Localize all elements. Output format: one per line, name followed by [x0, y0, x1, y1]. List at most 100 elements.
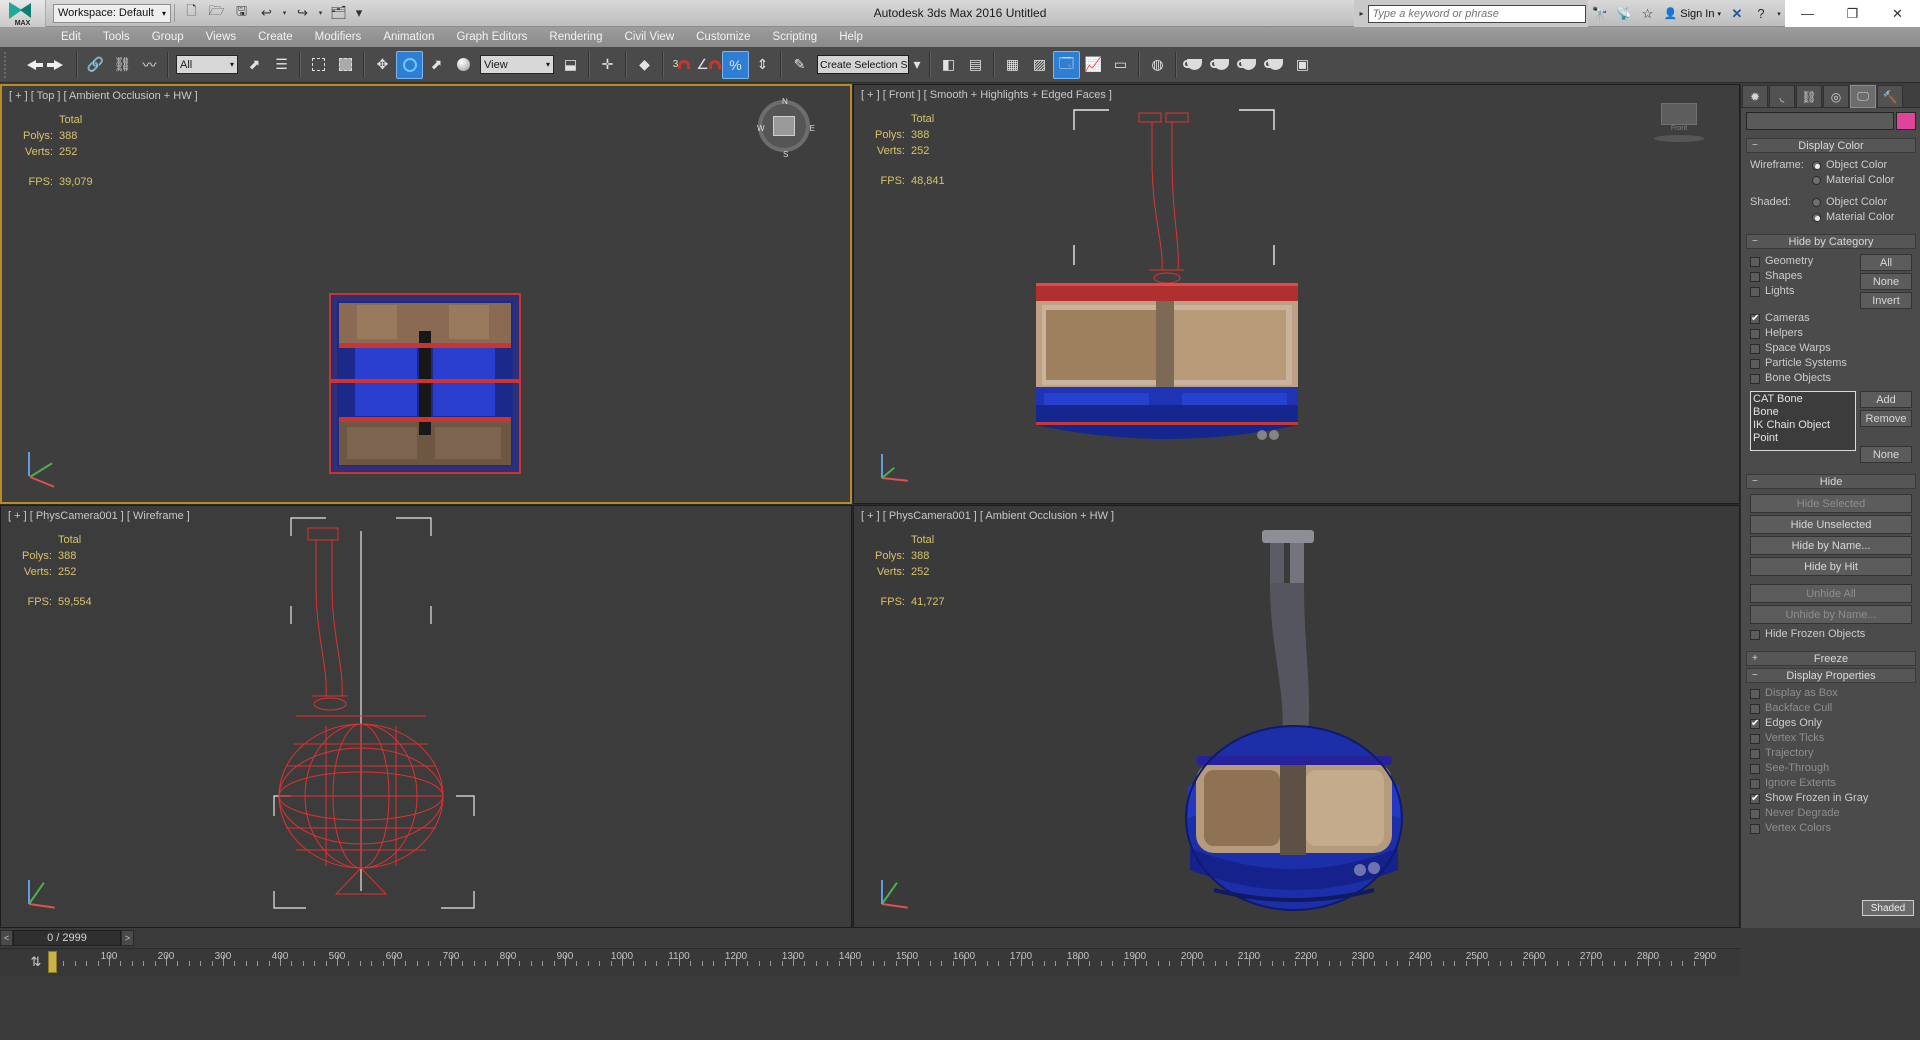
search-input[interactable]: [1367, 4, 1586, 23]
named-selection-dropdown-icon[interactable]: ▾: [909, 51, 925, 79]
view-cube-mini[interactable]: Front: [1649, 103, 1709, 148]
select-by-name-icon[interactable]: ☰: [268, 51, 295, 79]
shaded-material-color-row[interactable]: Material Color: [1750, 210, 1912, 225]
rendered-frame-window-icon[interactable]: [1208, 51, 1235, 79]
display-tab[interactable]: 🖵: [1850, 85, 1876, 108]
category-space-warps[interactable]: Space Warps: [1750, 341, 1912, 356]
angle-snap-toggle-icon[interactable]: ∠: [695, 51, 722, 79]
toggle-scene-explorer-icon[interactable]: 🗔: [1053, 50, 1080, 79]
checkbox[interactable]: [1750, 271, 1760, 282]
object-color-swatch[interactable]: [1896, 112, 1916, 130]
motion-tab[interactable]: ◎: [1823, 85, 1849, 108]
snaps-toggle-icon[interactable]: 3: [668, 51, 695, 79]
menu-item-civil-view[interactable]: Civil View: [613, 27, 685, 47]
help-dropdown-icon[interactable]: ▾: [1773, 0, 1785, 27]
select-and-rotate-icon[interactable]: [396, 50, 423, 79]
next-frame-button[interactable]: >: [121, 930, 134, 946]
menu-item-scripting[interactable]: Scripting: [761, 27, 828, 47]
customize-qat-icon[interactable]: ▾: [352, 3, 366, 24]
list-item[interactable]: Point: [1753, 432, 1853, 445]
checkbox[interactable]: [1750, 358, 1760, 369]
category-cameras[interactable]: Cameras: [1750, 311, 1912, 326]
align-icon[interactable]: ▤: [962, 51, 989, 79]
search-expand-icon[interactable]: ▸: [1356, 9, 1368, 18]
menu-item-edit[interactable]: Edit: [50, 27, 92, 47]
checkbox[interactable]: [1750, 256, 1760, 267]
category-all-button[interactable]: All: [1860, 254, 1912, 271]
shaded-material-color-radio[interactable]: [1812, 213, 1821, 222]
remove-button[interactable]: Remove: [1860, 410, 1912, 427]
rollout-hide-by-category-header[interactable]: − Hide by Category: [1746, 234, 1916, 249]
help-icon[interactable]: ?: [1749, 0, 1773, 27]
list-item[interactable]: IK Chain Object: [1753, 419, 1853, 432]
satellite-icon[interactable]: 📡: [1612, 0, 1636, 27]
viewport-physcamera-ao[interactable]: [ + ] [ PhysCamera001 ] [ Ambient Occlus…: [853, 505, 1740, 928]
list-none-button[interactable]: None: [1860, 446, 1912, 463]
viewport-physcamera-wireframe[interactable]: [ + ] [ PhysCamera001 ] [ Wireframe ] To…: [0, 505, 852, 928]
prop-backface-cull[interactable]: Backface Cull: [1750, 701, 1912, 716]
schematic-view-icon[interactable]: ▭: [1107, 51, 1134, 79]
list-item[interactable]: CAT Bone: [1753, 393, 1853, 406]
menu-item-help[interactable]: Help: [828, 27, 874, 47]
prop-show-frozen-in-gray[interactable]: Show Frozen in Gray: [1750, 791, 1912, 806]
spinner-snap-toggle-icon[interactable]: ⇕: [749, 51, 776, 79]
layer-manager-icon[interactable]: ▨: [1026, 51, 1053, 79]
wireframe-object-color-radio[interactable]: [1812, 161, 1821, 170]
checkbox[interactable]: [1750, 823, 1760, 834]
undo-dropdown-icon[interactable]: ▾: [280, 3, 289, 24]
shaded-object-color-radio[interactable]: [1812, 198, 1821, 207]
edit-named-selection-sets-icon[interactable]: ✎: [786, 51, 813, 79]
viewport-physcamera-wireframe-label[interactable]: [ + ] [ PhysCamera001 ] [ Wireframe ]: [8, 510, 190, 522]
checkbox[interactable]: [1750, 808, 1760, 819]
select-and-link-icon[interactable]: 🔗: [82, 51, 109, 79]
category-geometry[interactable]: Geometry: [1750, 254, 1860, 269]
reference-coordinate-dropdown[interactable]: View ▾: [480, 55, 554, 74]
rollout-freeze-header[interactable]: + Freeze: [1746, 651, 1916, 666]
checkbox[interactable]: [1750, 748, 1760, 759]
minimize-button[interactable]: —: [1785, 0, 1830, 27]
create-tab[interactable]: ✹: [1742, 85, 1768, 108]
prop-vertex-ticks[interactable]: Vertex Ticks: [1750, 731, 1912, 746]
bone-type-listbox[interactable]: CAT Bone Bone IK Chain Object Point: [1750, 391, 1856, 451]
render-production-icon[interactable]: [1235, 51, 1262, 79]
select-and-manipulate-icon[interactable]: ✛: [594, 51, 621, 79]
checkbox[interactable]: [1750, 703, 1760, 714]
checkbox[interactable]: [1750, 629, 1760, 640]
bind-to-space-warp-icon[interactable]: 〰: [136, 51, 163, 79]
hide-unselected-button[interactable]: Hide Unselected: [1750, 515, 1912, 534]
checkbox[interactable]: [1750, 688, 1760, 699]
checkbox[interactable]: [1750, 311, 1760, 326]
wireframe-material-color-row[interactable]: Material Color: [1750, 173, 1912, 188]
menu-item-group[interactable]: Group: [141, 27, 195, 47]
prop-vertex-colors[interactable]: Vertex Colors: [1750, 821, 1912, 836]
hide-by-name-button[interactable]: Hide by Name...: [1750, 536, 1912, 555]
viewport-front-label[interactable]: [ + ] [ Front ] [ Smooth + Highlights + …: [861, 89, 1112, 101]
category-shapes[interactable]: Shapes: [1750, 269, 1860, 284]
view-cube-face[interactable]: [773, 116, 795, 136]
rollout-display-properties-header[interactable]: − Display Properties: [1746, 668, 1916, 683]
vertex-colors-shaded-button[interactable]: Shaded: [1862, 900, 1914, 916]
category-particle-systems[interactable]: Particle Systems: [1750, 356, 1912, 371]
viewport-top[interactable]: [ + ] [ Top ] [ Ambient Occlusion + HW ]…: [0, 84, 852, 504]
prop-never-degrade[interactable]: Never Degrade: [1750, 806, 1912, 821]
previous-frame-button[interactable]: <: [0, 930, 13, 946]
utilities-tab[interactable]: 🔨: [1877, 85, 1903, 108]
checkbox[interactable]: [1750, 716, 1760, 731]
timeline-ruler[interactable]: 100 200 300 400 500 600 700 800 900 1000 1100 1200 1…: [0, 948, 1740, 976]
hierarchy-tab[interactable]: ⛓: [1796, 85, 1822, 108]
menu-item-animation[interactable]: Animation: [372, 27, 445, 47]
star-icon[interactable]: ☆: [1636, 0, 1660, 27]
checkbox[interactable]: [1750, 328, 1760, 339]
checkbox[interactable]: [1750, 343, 1760, 354]
toolbar-handle[interactable]: [4, 51, 18, 78]
category-invert-button[interactable]: Invert: [1860, 292, 1912, 309]
timeline-playhead[interactable]: [48, 951, 57, 973]
frame-indicator[interactable]: 0 / 2999: [13, 930, 121, 946]
render-iterative-icon[interactable]: [1262, 51, 1289, 79]
undo-icon[interactable]: ↩: [255, 3, 278, 24]
checkbox[interactable]: [1750, 286, 1760, 297]
prop-trajectory[interactable]: Trajectory: [1750, 746, 1912, 761]
wireframe-object-color-row[interactable]: Wireframe: Object Color: [1750, 158, 1912, 173]
redo-icon[interactable]: ↪: [291, 3, 314, 24]
app-logo-button[interactable]: MAX: [0, 0, 46, 27]
